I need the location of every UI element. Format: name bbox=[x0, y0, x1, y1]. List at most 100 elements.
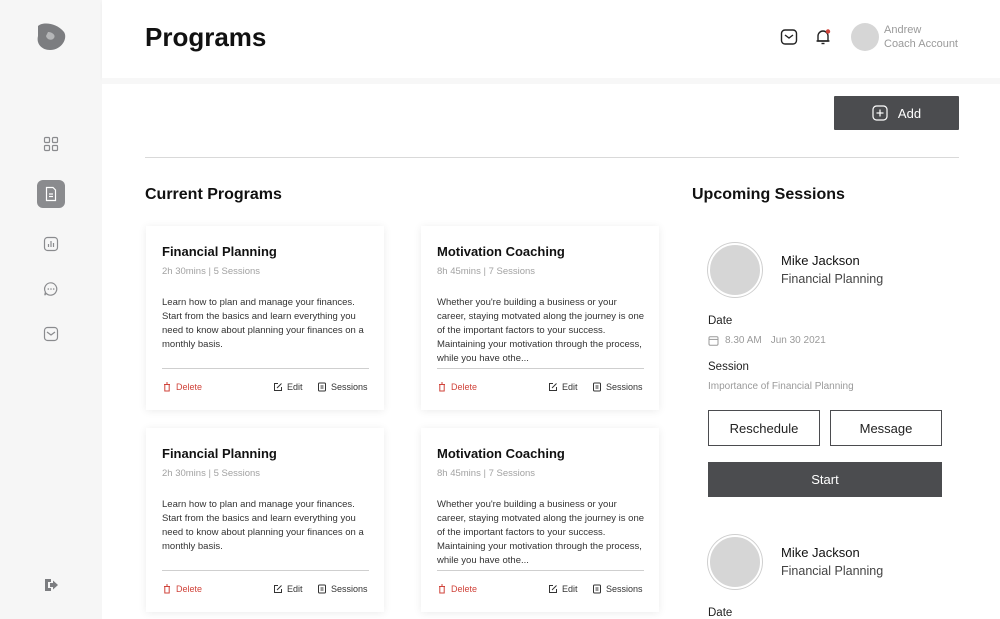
card-divider bbox=[162, 368, 369, 369]
card-actions: Delete Edit Sessions bbox=[162, 382, 369, 396]
sessions-label: Sessions bbox=[331, 382, 368, 392]
bell-icon bbox=[816, 29, 831, 45]
card-divider bbox=[437, 368, 644, 369]
sidebar-item-programs[interactable] bbox=[37, 180, 65, 208]
header-shadow bbox=[102, 78, 1000, 84]
start-button[interactable]: Start bbox=[708, 462, 942, 497]
edit-icon bbox=[274, 585, 282, 593]
sessions-button[interactable]: Sessions bbox=[317, 382, 368, 392]
sessions-button[interactable]: Sessions bbox=[317, 584, 368, 594]
mail-icon bbox=[43, 326, 59, 342]
program-title: Financial Planning bbox=[162, 446, 277, 461]
sessions-icon bbox=[318, 382, 326, 392]
program-description: Learn how to plan and manage your financ… bbox=[162, 297, 364, 350]
page-title: Programs bbox=[145, 22, 267, 52]
sidebar-item-dashboard[interactable] bbox=[37, 130, 65, 158]
card-divider bbox=[437, 570, 644, 571]
program-meta: 2h 30mins | 5 Sessions bbox=[162, 468, 261, 479]
edit-label: Edit bbox=[287, 382, 303, 392]
chart-icon bbox=[43, 236, 59, 252]
upcoming-sessions-title: Upcoming Sessions bbox=[692, 186, 845, 203]
program-card[interactable]: Financial Planning 2h 30mins | 5 Session… bbox=[146, 226, 384, 410]
delete-button[interactable]: Delete bbox=[162, 382, 202, 392]
grid-icon bbox=[43, 136, 59, 152]
edit-button[interactable]: Edit bbox=[273, 382, 303, 392]
program-meta: 8h 45mins | 7 Sessions bbox=[437, 468, 536, 479]
sidebar-item-analytics[interactable] bbox=[37, 230, 65, 258]
avatar[interactable] bbox=[708, 535, 762, 589]
add-button[interactable]: Add bbox=[834, 96, 959, 130]
sessions-button[interactable]: Sessions bbox=[592, 382, 643, 392]
delete-label: Delete bbox=[176, 382, 203, 392]
client-program: Financial Planning bbox=[781, 564, 884, 578]
session-time: 8.30 AM bbox=[725, 335, 762, 346]
avatar[interactable] bbox=[708, 243, 762, 297]
sidebar-item-inbox[interactable] bbox=[37, 320, 65, 348]
user-role: Coach Account bbox=[884, 38, 958, 50]
program-description: Whether you're building a business or yo… bbox=[437, 297, 645, 364]
add-button-label: Add bbox=[897, 105, 922, 121]
sessions-label: Sessions bbox=[606, 382, 643, 392]
edit-button[interactable]: Edit bbox=[273, 584, 303, 594]
logout-button[interactable] bbox=[37, 571, 65, 599]
program-description: Whether you're building a business or yo… bbox=[437, 499, 645, 566]
client-name: Mike Jackson bbox=[781, 253, 860, 268]
delete-button[interactable]: Delete bbox=[437, 382, 477, 392]
client-program: Financial Planning bbox=[781, 272, 884, 286]
client-name: Mike Jackson bbox=[781, 545, 860, 560]
current-programs-title: Current Programs bbox=[145, 186, 282, 203]
session-datetime: 8.30 AM Jun 30 2021 bbox=[708, 335, 826, 346]
date-label: Date bbox=[708, 607, 733, 619]
session-label: Session bbox=[708, 361, 749, 373]
logo-icon[interactable] bbox=[34, 20, 68, 54]
sessions-icon bbox=[593, 382, 601, 392]
card-divider bbox=[162, 570, 369, 571]
sessions-button[interactable]: Sessions bbox=[592, 584, 643, 594]
card-actions: Delete Edit Sessions bbox=[437, 584, 644, 598]
calendar-icon bbox=[708, 336, 719, 346]
date-label: Date bbox=[708, 315, 733, 327]
edit-icon bbox=[274, 383, 282, 391]
sessions-icon bbox=[593, 584, 601, 594]
divider bbox=[145, 157, 959, 158]
user-name: Andrew bbox=[884, 24, 922, 36]
sidebar-item-chat[interactable] bbox=[37, 275, 65, 303]
notification-button[interactable] bbox=[813, 27, 833, 47]
trash-icon bbox=[439, 382, 445, 392]
sessions-label: Sessions bbox=[606, 584, 643, 594]
delete-button[interactable]: Delete bbox=[162, 584, 202, 594]
card-actions: Delete Edit Sessions bbox=[437, 382, 644, 396]
avatar[interactable] bbox=[851, 23, 879, 51]
program-card[interactable]: Motivation Coaching 8h 45mins | 7 Sessio… bbox=[421, 226, 659, 410]
mail-button[interactable] bbox=[779, 27, 799, 47]
edit-button[interactable]: Edit bbox=[548, 382, 578, 392]
delete-label: Delete bbox=[451, 382, 478, 392]
program-title: Motivation Coaching bbox=[437, 446, 565, 461]
delete-label: Delete bbox=[451, 584, 478, 594]
program-title: Financial Planning bbox=[162, 244, 277, 259]
plus-square-icon bbox=[872, 105, 888, 121]
delete-label: Delete bbox=[176, 584, 203, 594]
edit-label: Edit bbox=[287, 584, 303, 594]
edit-button[interactable]: Edit bbox=[548, 584, 578, 594]
chat-icon bbox=[44, 282, 58, 296]
session-date: Jun 30 2021 bbox=[770, 335, 826, 346]
sessions-icon bbox=[318, 584, 326, 594]
trash-icon bbox=[164, 584, 170, 594]
program-card[interactable]: Motivation Coaching 8h 45mins | 7 Sessio… bbox=[421, 428, 659, 612]
edit-icon bbox=[549, 585, 557, 593]
edit-icon bbox=[549, 383, 557, 391]
program-meta: 8h 45mins | 7 Sessions bbox=[437, 266, 536, 277]
program-card[interactable]: Financial Planning 2h 30mins | 5 Session… bbox=[146, 428, 384, 612]
edit-label: Edit bbox=[562, 382, 578, 392]
trash-icon bbox=[164, 382, 170, 392]
sidebar bbox=[0, 0, 102, 619]
program-description: Learn how to plan and manage your financ… bbox=[162, 499, 364, 552]
sessions-label: Sessions bbox=[331, 584, 368, 594]
message-button[interactable]: Message bbox=[830, 410, 942, 446]
card-actions: Delete Edit Sessions bbox=[162, 584, 369, 598]
program-title: Motivation Coaching bbox=[437, 244, 565, 259]
reschedule-button[interactable]: Reschedule bbox=[708, 410, 820, 446]
trash-icon bbox=[439, 584, 445, 594]
delete-button[interactable]: Delete bbox=[437, 584, 477, 594]
